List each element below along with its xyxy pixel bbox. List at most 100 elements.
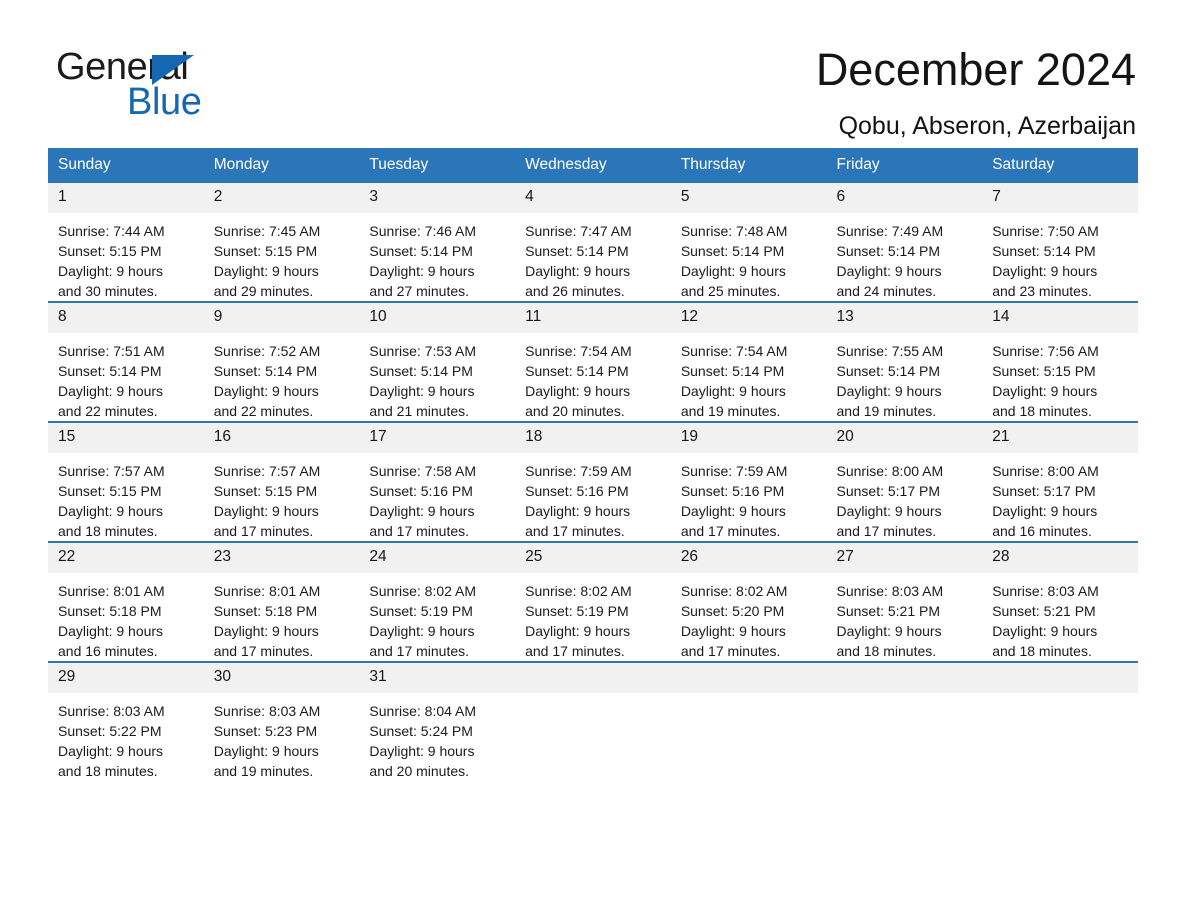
day-number: 24	[359, 543, 516, 573]
calendar-day-cell[interactable]: 13 Sunrise: 7:55 AM Sunset: 5:14 PM Dayligh…	[826, 301, 983, 422]
day-info: Sunrise: 7:53 AM Sunset: 5:14 PM Daylight:…	[359, 333, 515, 421]
daylight-text-line2: and 17 minutes.	[680, 643, 781, 659]
day-number: 9	[203, 303, 360, 333]
calendar-day-cell[interactable]: 18 Sunrise: 7:59 AM Sunset: 5:16 PM Dayligh…	[515, 421, 671, 542]
calendar-day-cell[interactable]: 11 Sunrise: 7:54 AM Sunset: 5:14 PM Dayligh…	[515, 301, 671, 422]
weekday-header-saturday: Saturday	[982, 148, 1138, 183]
calendar-day-cell[interactable]: 4 Sunrise: 7:47 AM Sunset: 5:14 PM Daylight…	[515, 183, 671, 302]
day-info: Sunrise: 7:54 AM Sunset: 5:14 PM Daylight:…	[671, 333, 827, 421]
day-number: 17	[359, 423, 516, 453]
calendar-day-cell[interactable]: 27 Sunrise: 8:03 AM Sunset: 5:21 PM Dayligh…	[826, 541, 983, 662]
weekday-header-thursday: Thursday	[670, 148, 827, 183]
sunset-text: Sunset: 5:16 PM	[525, 483, 629, 499]
sunset-text: Sunset: 5:17 PM	[836, 483, 941, 499]
calendar-week-row: 22 Sunrise: 8:01 AM Sunset: 5:18 PM Dayligh…	[48, 541, 1138, 662]
calendar-day-cell[interactable]: 2 Sunrise: 7:45 AM Sunset: 5:15 PM Daylight…	[203, 183, 360, 302]
title-block: December 2024 Qobu, Abseron, Azerbaijan	[816, 44, 1136, 140]
sunrise-text: Sunrise: 7:48 AM	[680, 223, 788, 239]
calendar-day-cell[interactable]: 28 Sunrise: 8:03 AM Sunset: 5:21 PM Dayligh…	[982, 541, 1138, 662]
sunset-text: Sunset: 5:19 PM	[369, 603, 473, 619]
day-info: Sunrise: 7:51 AM Sunset: 5:14 PM Daylight:…	[48, 333, 204, 421]
calendar-day-cell[interactable]: 12 Sunrise: 7:54 AM Sunset: 5:14 PM Dayligh…	[670, 301, 827, 422]
calendar-day-cell[interactable]: 17 Sunrise: 7:58 AM Sunset: 5:16 PM Dayligh…	[359, 421, 516, 542]
daylight-text-line1: Daylight: 9 hours	[213, 383, 319, 399]
day-number: 4	[515, 183, 671, 213]
sunset-text: Sunset: 5:24 PM	[369, 723, 473, 739]
calendar-day-cell[interactable]: 22 Sunrise: 8:01 AM Sunset: 5:18 PM Dayligh…	[48, 541, 204, 662]
calendar-day-cell[interactable]: 16 Sunrise: 7:57 AM Sunset: 5:15 PM Dayligh…	[203, 421, 360, 542]
sunset-text: Sunset: 5:15 PM	[992, 363, 1096, 379]
daylight-text-line1: Daylight: 9 hours	[680, 623, 786, 639]
daylight-text-line2: and 17 minutes.	[369, 643, 470, 659]
calendar-day-cell[interactable]: 6 Sunrise: 7:49 AM Sunset: 5:14 PM Daylight…	[826, 183, 983, 302]
calendar-day-cell[interactable]: 21 Sunrise: 8:00 AM Sunset: 5:17 PM Dayligh…	[982, 421, 1138, 542]
sunrise-text: Sunrise: 8:04 AM	[369, 703, 477, 719]
day-info: Sunrise: 8:03 AM Sunset: 5:22 PM Daylight:…	[48, 693, 204, 781]
day-number: 3	[359, 183, 516, 213]
day-info: Sunrise: 8:01 AM Sunset: 5:18 PM Daylight:…	[48, 573, 204, 661]
page-header: General Blue December 2024 Qobu, Abseron…	[0, 0, 1188, 148]
daylight-text-line1: Daylight: 9 hours	[992, 263, 1098, 279]
calendar-day-cell-empty	[982, 661, 1138, 781]
daylight-text-line2: and 19 minutes.	[680, 403, 781, 419]
sunrise-text: Sunrise: 7:57 AM	[58, 463, 165, 479]
daylight-text-line2: and 17 minutes.	[836, 523, 937, 539]
daylight-text-line1: Daylight: 9 hours	[836, 623, 942, 639]
calendar-day-cell[interactable]: 26 Sunrise: 8:02 AM Sunset: 5:20 PM Dayligh…	[670, 541, 827, 662]
calendar-day-cell[interactable]: 23 Sunrise: 8:01 AM Sunset: 5:18 PM Dayligh…	[203, 541, 360, 662]
day-number: 25	[515, 543, 671, 573]
calendar-day-cell[interactable]: 3 Sunrise: 7:46 AM Sunset: 5:14 PM Daylight…	[359, 183, 516, 302]
calendar-week-row: 15 Sunrise: 7:57 AM Sunset: 5:15 PM Dayligh…	[48, 421, 1138, 542]
calendar-day-cell[interactable]: 1 Sunrise: 7:44 AM Sunset: 5:15 PM Daylight…	[48, 183, 204, 302]
calendar-day-cell[interactable]: 9 Sunrise: 7:52 AM Sunset: 5:14 PM Daylight…	[203, 301, 360, 422]
calendar-day-cell[interactable]: 30 Sunrise: 8:03 AM Sunset: 5:23 PM Dayligh…	[203, 661, 360, 781]
calendar-container: Sunday Monday Tuesday Wednesday Thursday…	[48, 148, 1138, 781]
calendar-day-cell[interactable]: 5 Sunrise: 7:48 AM Sunset: 5:14 PM Daylight…	[670, 183, 827, 302]
sunrise-text: Sunrise: 7:56 AM	[992, 343, 1099, 359]
daylight-text-line2: and 18 minutes.	[992, 643, 1092, 659]
day-info: Sunrise: 7:57 AM Sunset: 5:15 PM Daylight:…	[48, 453, 204, 541]
calendar-table: Sunday Monday Tuesday Wednesday Thursday…	[48, 148, 1138, 781]
sunset-text: Sunset: 5:21 PM	[992, 603, 1096, 619]
sunrise-text: Sunrise: 8:03 AM	[992, 583, 1099, 599]
daylight-text-line2: and 18 minutes.	[58, 523, 158, 539]
sunset-text: Sunset: 5:14 PM	[836, 243, 941, 259]
calendar-day-cell[interactable]: 10 Sunrise: 7:53 AM Sunset: 5:14 PM Dayligh…	[359, 301, 516, 422]
daylight-text-line2: and 18 minutes.	[58, 763, 158, 779]
day-info: Sunrise: 7:52 AM Sunset: 5:14 PM Daylight:…	[204, 333, 360, 421]
weekday-header-friday: Friday	[826, 148, 983, 183]
calendar-day-cell[interactable]: 24 Sunrise: 8:02 AM Sunset: 5:19 PM Dayligh…	[359, 541, 516, 662]
calendar-day-cell[interactable]: 19 Sunrise: 7:59 AM Sunset: 5:16 PM Dayligh…	[670, 421, 827, 542]
daylight-text-line1: Daylight: 9 hours	[836, 383, 942, 399]
sunset-text: Sunset: 5:15 PM	[213, 483, 318, 499]
sunrise-text: Sunrise: 7:59 AM	[525, 463, 632, 479]
calendar-week-row: 29 Sunrise: 8:03 AM Sunset: 5:22 PM Dayligh…	[48, 661, 1138, 781]
calendar-day-cell[interactable]: 31 Sunrise: 8:04 AM Sunset: 5:24 PM Dayligh…	[359, 661, 516, 781]
day-info: Sunrise: 7:58 AM Sunset: 5:16 PM Daylight:…	[359, 453, 515, 541]
calendar-day-cell[interactable]: 25 Sunrise: 8:02 AM Sunset: 5:19 PM Dayligh…	[515, 541, 671, 662]
calendar-day-cell[interactable]: 29 Sunrise: 8:03 AM Sunset: 5:22 PM Dayligh…	[48, 661, 204, 781]
sunrise-text: Sunrise: 7:53 AM	[369, 343, 477, 359]
generalblue-logo[interactable]: General Blue	[56, 44, 256, 124]
day-number: 6	[826, 183, 983, 213]
sunrise-text: Sunrise: 8:03 AM	[836, 583, 944, 599]
sunrise-text: Sunrise: 8:02 AM	[680, 583, 788, 599]
sunset-text: Sunset: 5:14 PM	[369, 243, 473, 259]
sunrise-text: Sunrise: 7:58 AM	[369, 463, 477, 479]
calendar-day-cell[interactable]: 14 Sunrise: 7:56 AM Sunset: 5:15 PM Dayligh…	[982, 301, 1138, 422]
sunrise-text: Sunrise: 8:03 AM	[213, 703, 321, 719]
daylight-text-line1: Daylight: 9 hours	[213, 503, 319, 519]
daylight-text-line1: Daylight: 9 hours	[213, 743, 319, 759]
calendar-page: General Blue December 2024 Qobu, Abseron…	[0, 0, 1188, 918]
daylight-text-line2: and 23 minutes.	[992, 283, 1092, 299]
calendar-day-cell[interactable]: 8 Sunrise: 7:51 AM Sunset: 5:14 PM Daylight…	[48, 301, 204, 422]
day-number: 15	[48, 423, 204, 453]
daylight-text-line2: and 16 minutes.	[992, 523, 1092, 539]
daylight-text-line2: and 20 minutes.	[369, 763, 470, 779]
daylight-text-line2: and 29 minutes.	[213, 283, 314, 299]
calendar-day-cell[interactable]: 15 Sunrise: 7:57 AM Sunset: 5:15 PM Dayligh…	[48, 421, 204, 542]
sunset-text: Sunset: 5:17 PM	[992, 483, 1096, 499]
calendar-day-cell[interactable]: 20 Sunrise: 8:00 AM Sunset: 5:17 PM Dayligh…	[826, 421, 983, 542]
sunset-text: Sunset: 5:18 PM	[213, 603, 318, 619]
calendar-day-cell[interactable]: 7 Sunrise: 7:50 AM Sunset: 5:14 PM Daylight…	[982, 183, 1138, 302]
